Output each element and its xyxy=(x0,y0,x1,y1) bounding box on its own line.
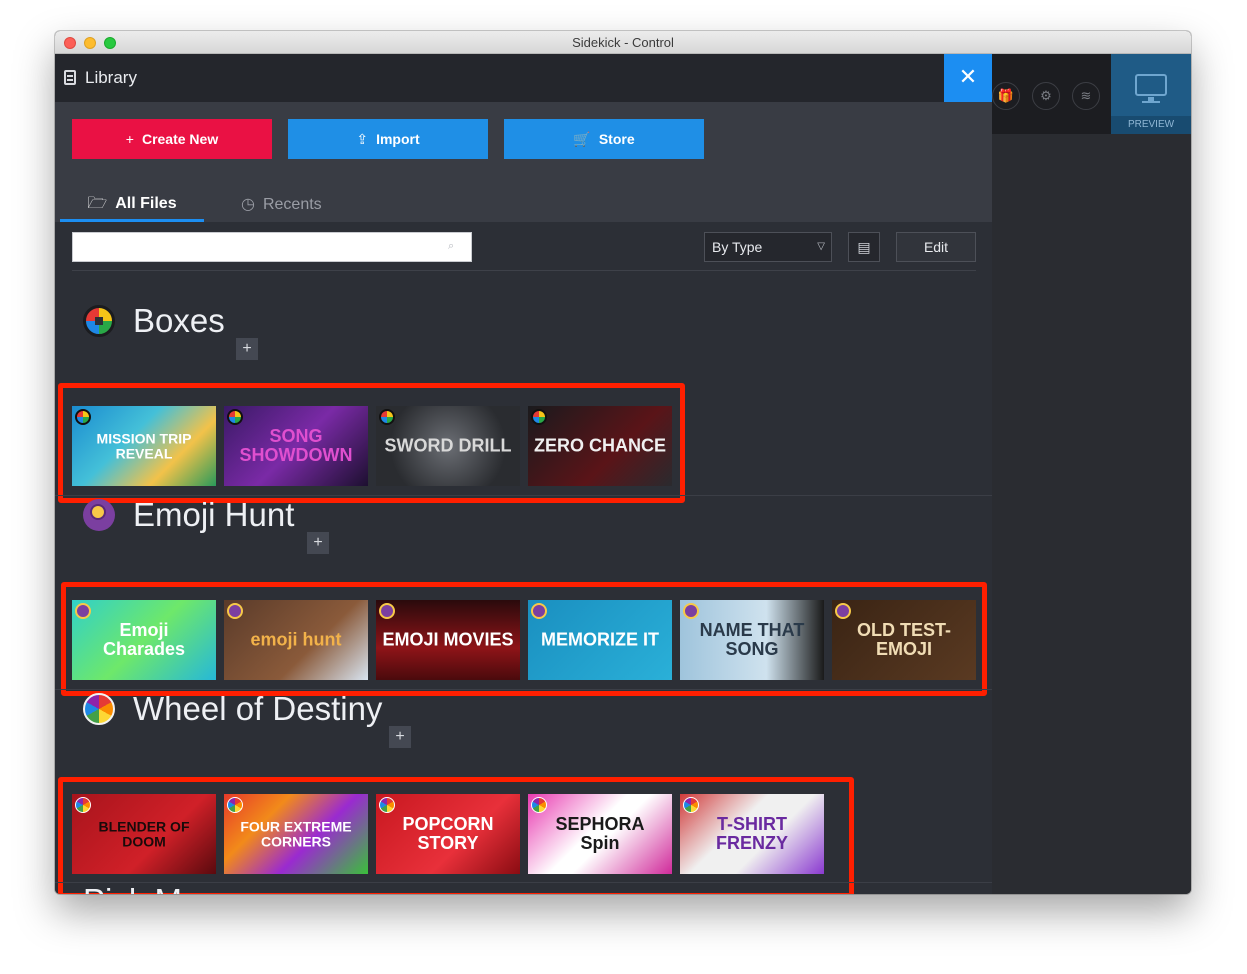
thumbnail-label: OLD TEST-EMOJI xyxy=(857,620,951,659)
wheel-of-destiny-logo-icon xyxy=(83,693,115,725)
library-panel: Library ✕ + Create New ⇪ Import 🛒 Store 🗁 Al… xyxy=(55,54,992,894)
tab-all-files[interactable]: 🗁 All Files xyxy=(60,174,204,222)
tab-recents[interactable]: ◷ Recents xyxy=(241,174,351,222)
library-item-thumbnail[interactable]: POPCORN STORY xyxy=(376,794,520,874)
type-badge-icon xyxy=(531,797,547,813)
create-new-button[interactable]: + Create New xyxy=(72,119,272,159)
thumbnail-label: MISSION TRIP REVEAL xyxy=(96,430,192,461)
action-row: + Create New ⇪ Import 🛒 Store xyxy=(55,102,992,174)
thumbnail-label: FOUR EXTREME CORNERS xyxy=(240,818,352,849)
cart-icon: 🛒 xyxy=(573,131,591,147)
library-item-thumbnail[interactable]: SONG SHOWDOWN xyxy=(224,406,368,486)
type-badge-icon xyxy=(379,409,395,425)
section-title: Wheel of Destiny xyxy=(133,690,383,727)
preview-button[interactable]: PREVIEW xyxy=(1111,54,1191,134)
type-badge-icon xyxy=(531,409,547,425)
type-badge-icon xyxy=(227,603,243,619)
type-badge-icon xyxy=(75,409,91,425)
library-item-thumbnail[interactable]: FOUR EXTREME CORNERS xyxy=(224,794,368,874)
wifi-icon[interactable]: ≋ xyxy=(1072,82,1100,110)
thumbnail-label: SEPHORA Spin xyxy=(555,814,645,853)
library-title: Library xyxy=(85,68,137,87)
type-badge-icon xyxy=(75,603,91,619)
section-title: Boxes xyxy=(133,302,225,339)
window-title: Sidekick - Control xyxy=(572,35,674,50)
section-title: Emoji Hunt xyxy=(133,496,295,533)
type-badge-icon xyxy=(379,603,395,619)
thumbnail-label: ZERO CHANCE xyxy=(534,435,667,456)
library-item-thumbnail[interactable]: EMOJI MOVIES xyxy=(376,600,520,680)
thumbnail-label: BLENDER OF DOOM xyxy=(98,818,190,849)
thumbnail-label: EMOJI MOVIES xyxy=(382,629,514,650)
import-button[interactable]: ⇪ Import xyxy=(288,119,488,159)
type-badge-icon xyxy=(835,603,851,619)
thumbnail-label: MEMORIZE IT xyxy=(541,629,659,650)
edit-button[interactable]: Edit xyxy=(896,232,976,262)
library-item-thumbnail[interactable]: Emoji Charades xyxy=(72,600,216,680)
sort-select[interactable]: By Type ▽ xyxy=(704,232,832,262)
search-input[interactable] xyxy=(72,232,472,262)
plus-icon: + xyxy=(125,131,134,147)
emoji-hunt-logo-icon xyxy=(83,499,115,531)
type-badge-icon xyxy=(379,797,395,813)
type-badge-icon xyxy=(227,797,243,813)
library-item-thumbnail[interactable]: ZERO CHANCE xyxy=(528,406,672,486)
search-icon: ⌕ xyxy=(448,240,455,252)
preview-label: PREVIEW xyxy=(1111,116,1191,134)
type-badge-icon xyxy=(227,409,243,425)
type-badge-icon xyxy=(75,797,91,813)
type-badge-icon xyxy=(683,797,699,813)
add-emoji-hunt-button[interactable]: + xyxy=(307,532,329,554)
thumbnail-label: NAME THAT SONG xyxy=(699,620,805,659)
control-toolbar: 🎁 ⚙ ≋ xyxy=(992,54,1111,134)
table-view-button[interactable]: ▤ xyxy=(848,232,880,262)
type-badge-icon xyxy=(531,603,547,619)
library-tabs: 🗁 All Files ◷ Recents xyxy=(55,174,992,222)
add-wheel-of-destiny-button[interactable]: + xyxy=(389,726,411,748)
library-item-thumbnail[interactable]: MISSION TRIP REVEAL xyxy=(72,406,216,486)
gift-icon[interactable]: 🎁 xyxy=(992,82,1020,110)
gear-icon[interactable]: ⚙ xyxy=(1032,82,1060,110)
library-item-thumbnail[interactable]: NAME THAT SONG xyxy=(680,600,824,680)
app-window: Sidekick - Control 🎁 ⚙ ≋ PREVIEW Library… xyxy=(55,31,1191,894)
library-item-thumbnail[interactable]: BLENDER OF DOOM xyxy=(72,794,216,874)
library-item-thumbnail[interactable]: SEPHORA Spin xyxy=(528,794,672,874)
library-item-thumbnail[interactable]: OLD TEST-EMOJI xyxy=(832,600,976,680)
library-item-thumbnail[interactable]: SWORD DRILL xyxy=(376,406,520,486)
thumbnail-label: Emoji Charades xyxy=(102,620,186,659)
thumbnail-label: POPCORN STORY xyxy=(402,814,494,853)
thumbnail-label: emoji hunt xyxy=(250,629,342,650)
chevron-down-icon: ▽ xyxy=(817,241,825,252)
type-badge-icon xyxy=(683,603,699,619)
library-item-thumbnail[interactable]: MEMORIZE IT xyxy=(528,600,672,680)
clock-icon: ◷ xyxy=(241,196,255,213)
library-close-button[interactable]: ✕ xyxy=(944,54,992,102)
control-background xyxy=(992,54,1191,894)
table-icon: ▤ xyxy=(857,239,871,255)
boxes-logo-icon xyxy=(83,305,115,337)
library-item-thumbnail[interactable]: T-SHIRT FRENZY xyxy=(680,794,824,874)
library-item-thumbnail[interactable]: emoji hunt xyxy=(224,600,368,680)
upload-icon: ⇪ xyxy=(356,131,369,147)
thumbnail-label: SONG SHOWDOWN xyxy=(239,426,353,465)
add-boxes-button[interactable]: + xyxy=(236,338,258,360)
title-bar: Sidekick - Control xyxy=(55,31,1191,54)
store-button[interactable]: 🛒 Store xyxy=(504,119,704,159)
thumbnail-label: T-SHIRT FRENZY xyxy=(716,814,788,853)
library-header: Library ✕ xyxy=(55,54,992,102)
book-icon xyxy=(64,70,76,85)
section-pick-me-partial-title: Pick Me xyxy=(83,882,200,894)
monitor-icon xyxy=(1135,74,1167,96)
filter-bar: ⌕ By Type ▽ ▤ Edit xyxy=(55,222,992,272)
folder-icon: 🗁 xyxy=(87,195,108,212)
thumbnail-label: SWORD DRILL xyxy=(384,435,512,456)
